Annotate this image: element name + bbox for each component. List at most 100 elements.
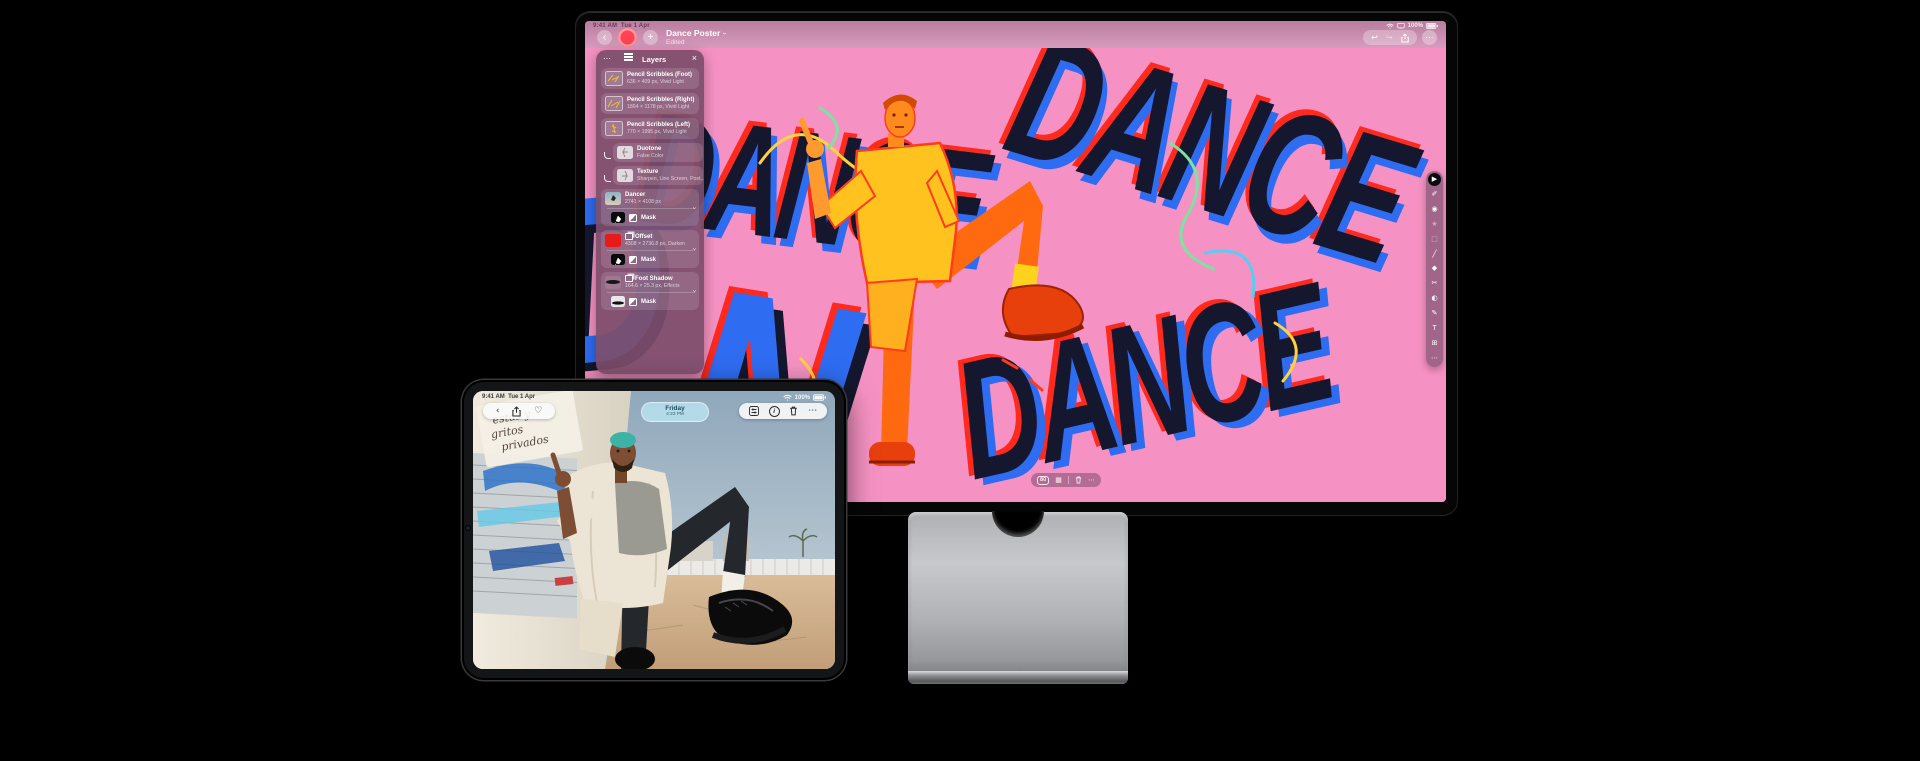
- document-state: Edited: [666, 39, 726, 46]
- favorite-heart-icon[interactable]: ♡: [534, 407, 542, 416]
- layer-row-pencil-right[interactable]: Pencil Scribbles (Right) 1864 × 1178 px,…: [601, 93, 699, 114]
- history-share-pill: ↩ ↪: [1363, 30, 1417, 45]
- layer-list-icon[interactable]: [624, 56, 633, 58]
- layer-row-pencil-left[interactable]: Pencil Scribbles (Left) 770 × 1995 px, V…: [601, 118, 699, 139]
- app-home-button[interactable]: [618, 28, 637, 47]
- back-button[interactable]: ‹: [496, 407, 500, 416]
- back-button[interactable]: ‹: [597, 30, 612, 45]
- photo-teal-hair: [610, 432, 636, 448]
- reference-photo[interactable]: estas y gritos privados: [473, 391, 835, 669]
- ipad-screen: estas y gritos privados: [473, 391, 835, 669]
- display-stand: [908, 512, 1128, 684]
- photo-tools-pill: i ⋯: [739, 403, 827, 419]
- ipad-status-left: 9:41 AM Tue 1 Apr: [482, 394, 535, 400]
- more-button[interactable]: ⋯: [1422, 30, 1437, 45]
- cut-tool[interactable]: ✂: [1428, 277, 1441, 290]
- clipping-mask-icon: [604, 175, 611, 182]
- star-shape-tool[interactable]: ★: [1428, 218, 1441, 231]
- layer-thumbnail: [617, 169, 633, 182]
- line-tool[interactable]: ╱: [1428, 248, 1441, 261]
- pencil-tool[interactable]: ✎: [1428, 307, 1441, 320]
- mask-thumbnail: [611, 254, 625, 265]
- document-title-block[interactable]: Dance Poster› Edited: [666, 28, 726, 46]
- battery-percent: 100%: [795, 395, 810, 401]
- divider: [1068, 476, 1069, 484]
- layer-group-offset[interactable]: Offset 4308 × 2736.8 px, Darken › Mask: [601, 230, 699, 268]
- more-icon[interactable]: ⋯: [1088, 477, 1095, 484]
- group-icon: [625, 275, 633, 282]
- document-title: Dance Poster: [666, 28, 720, 38]
- zoom-badge[interactable]: 80: [1037, 476, 1049, 485]
- layer-thumbnail: [617, 146, 633, 159]
- smudge-tool[interactable]: ◉: [1428, 203, 1441, 216]
- layer-row-texture[interactable]: Texture Sharpen, Line Screen, Post...: [613, 166, 703, 185]
- layer-row-pencil-foot[interactable]: Pencil Scribbles (Foot) 636 × 409 px, Vi…: [601, 68, 699, 89]
- wifi-icon: [1386, 23, 1394, 29]
- text-tool[interactable]: T: [1428, 322, 1441, 335]
- battery-icon: [813, 394, 826, 401]
- more-icon[interactable]: ⋯: [808, 407, 817, 416]
- mask-thumbnail: [611, 296, 625, 307]
- layer-list: Pencil Scribbles (Foot) 636 × 409 px, Vi…: [601, 68, 699, 314]
- screen-mirroring-icon: [1397, 23, 1405, 29]
- move-tool[interactable]: ▶: [1428, 173, 1441, 186]
- chevron-icon[interactable]: ›: [690, 206, 697, 208]
- layer-group-dancer[interactable]: Dancer 2741 × 4108 px › Mask: [601, 189, 699, 226]
- adjust-sliders-icon[interactable]: [749, 406, 759, 416]
- front-camera: [466, 526, 470, 530]
- mask-row-foot-shadow[interactable]: Mask: [605, 296, 695, 307]
- layer-row-duotone[interactable]: Duotone False Color: [613, 143, 703, 162]
- photo-shirt: [615, 481, 667, 555]
- more-tools[interactable]: ⋯: [1428, 352, 1441, 365]
- add-button[interactable]: +: [643, 30, 658, 45]
- mask-icon: [629, 298, 637, 306]
- date-chip-time: 4:23 PM: [642, 412, 708, 417]
- display-status-left: 9:41 AM Tue 1 Apr: [593, 23, 650, 29]
- trash-icon[interactable]: [1075, 476, 1082, 484]
- layer-thumbnail: [605, 234, 621, 247]
- stand-cable-notch: [992, 511, 1044, 537]
- layer-thumbnail: [605, 192, 621, 205]
- layers-panel-title: Layers: [642, 55, 666, 64]
- mask-icon: [629, 214, 637, 222]
- close-icon[interactable]: ×: [692, 53, 697, 63]
- stand-foot: [908, 671, 1128, 684]
- share-icon[interactable]: [512, 406, 521, 417]
- photo-nav-pill: ‹ ♡: [483, 403, 555, 419]
- mask-thumbnail: [611, 212, 625, 223]
- layer-thumbnail: [605, 276, 621, 289]
- layer-group-foot-shadow[interactable]: Foot Shadow 164.6 × 25.3 px, Effects › M…: [601, 272, 699, 310]
- mask-icon: [629, 256, 637, 264]
- panel-more-button[interactable]: ⋯: [603, 54, 611, 63]
- wifi-icon: [783, 394, 792, 401]
- mask-row-offset[interactable]: Mask: [605, 254, 695, 265]
- canvas-toolbar: 80 ▦ ⋯: [1031, 473, 1101, 487]
- share-icon[interactable]: [1401, 33, 1409, 43]
- layers-panel-header: ⋯ Layers ×: [596, 50, 704, 67]
- undo-button[interactable]: ↩: [1371, 34, 1378, 42]
- display-status-right: 100%: [1386, 23, 1438, 29]
- ipad-status-right: 100%: [783, 394, 826, 401]
- tool-rail: ▶ ✐ ◉ ★ □ ╱ ◆ ✂ ◐ ✎ T ⊞ ⋯: [1426, 171, 1443, 367]
- ipad: estas y gritos privados: [462, 380, 846, 680]
- app-top-bar: 9:41 AM Tue 1 Apr 100% ‹ + Dance Poster›…: [585, 21, 1446, 48]
- layers-panel: ⋯ Layers × Pencil Scribbles (Foot) 636 ×…: [596, 50, 704, 374]
- info-icon[interactable]: i: [769, 406, 780, 417]
- crop-tool[interactable]: ⊞: [1428, 337, 1441, 350]
- date-chip-title: Friday: [642, 405, 708, 412]
- trash-icon[interactable]: [789, 406, 798, 416]
- date-chip[interactable]: Friday 4:23 PM: [641, 402, 709, 422]
- grid-icon[interactable]: ▦: [1055, 477, 1062, 484]
- redo-button[interactable]: ↪: [1386, 34, 1393, 42]
- scene: D D N N N DANCE DANCE DANCE DANCE: [0, 0, 1920, 761]
- eraser-tool[interactable]: ◆: [1428, 262, 1441, 275]
- rect-shape-tool[interactable]: □: [1428, 233, 1441, 246]
- chevron-icon[interactable]: ›: [690, 248, 697, 250]
- blend-tool[interactable]: ◐: [1428, 292, 1441, 305]
- battery-percent: 100%: [1408, 23, 1423, 29]
- mask-row-dancer[interactable]: Mask: [605, 212, 695, 223]
- chevron-icon[interactable]: ›: [690, 290, 697, 292]
- brush-tool[interactable]: ✐: [1428, 188, 1441, 201]
- layer-thumbnail: [605, 71, 623, 86]
- chevron-down-icon: ›: [721, 32, 728, 34]
